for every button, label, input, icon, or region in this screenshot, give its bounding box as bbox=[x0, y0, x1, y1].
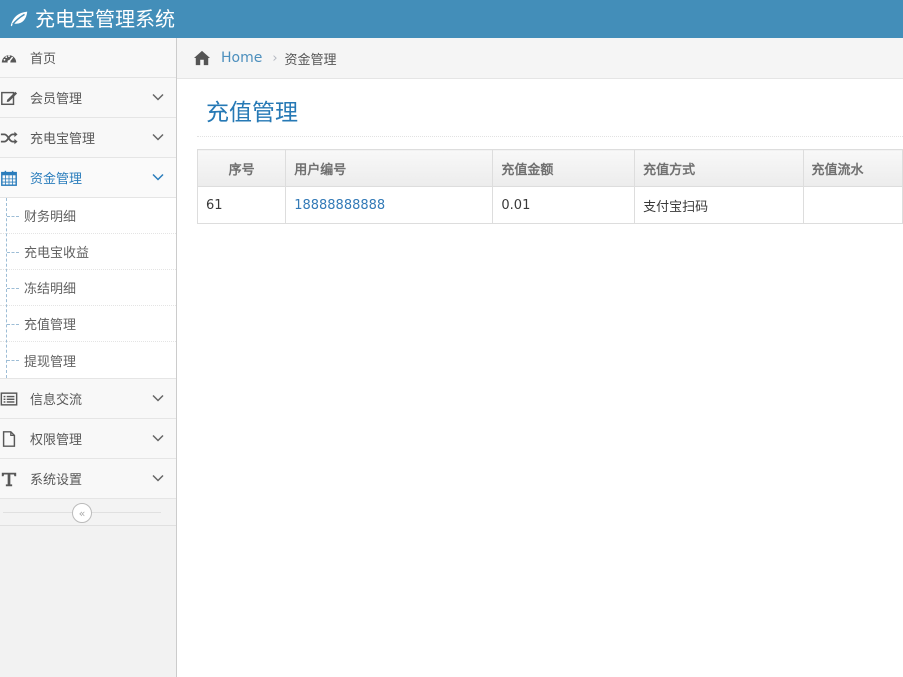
chevron-down-icon bbox=[152, 394, 164, 402]
submenu-item-label: 冻结明细 bbox=[24, 282, 77, 297]
list-alt-icon bbox=[0, 390, 24, 408]
chevron-down-icon bbox=[152, 173, 164, 181]
chevron-down-icon bbox=[152, 474, 164, 482]
submenu-item-frozen-detail[interactable]: 冻结明细 bbox=[0, 270, 176, 306]
sidebar-item-funds[interactable]: 资金管理 bbox=[0, 158, 176, 198]
leaf-icon bbox=[10, 11, 28, 27]
random-icon bbox=[0, 129, 24, 147]
funds-submenu: 财务明细 充电宝收益 冻结明细 充值管理 提现管理 bbox=[0, 198, 176, 379]
column-header-id[interactable]: 序号 bbox=[196, 149, 287, 187]
chevron-down-icon bbox=[152, 434, 164, 442]
double-angle-left-icon[interactable]: « bbox=[72, 503, 92, 523]
sidebar-item-label: 会员管理 bbox=[30, 92, 83, 107]
submenu-item-label: 财务明细 bbox=[24, 210, 77, 225]
table-header-row: 序号 用户编号 充值金额 充值方式 充值流水 bbox=[196, 149, 903, 187]
sidebar-item-label: 权限管理 bbox=[30, 433, 83, 448]
column-header-user-id[interactable]: 用户编号 bbox=[285, 149, 494, 187]
breadcrumb-current: 资金管理 bbox=[284, 52, 337, 68]
submenu-item-powerbank-income[interactable]: 充电宝收益 bbox=[0, 234, 176, 270]
cell-serial bbox=[802, 186, 903, 224]
submenu-item-label: 充值管理 bbox=[24, 318, 77, 333]
recharge-table: 序号 用户编号 充值金额 充值方式 充值流水 61 18888888888 0.… bbox=[196, 149, 903, 224]
column-header-amount[interactable]: 充值金额 bbox=[492, 149, 636, 187]
dashboard-icon bbox=[0, 49, 24, 67]
app-title: 充电宝管理系统 bbox=[35, 7, 175, 31]
cell-amount: 0.01 bbox=[492, 186, 636, 224]
page-title: 充值管理 bbox=[206, 100, 298, 126]
sidebar: 首页 会员管理 充电宝管理 资金管理 财务明细 充电宝收益 冻结明细 充值管理 … bbox=[0, 38, 177, 677]
sidebar-item-label: 资金管理 bbox=[30, 172, 83, 187]
sidebar-item-label: 系统设置 bbox=[30, 473, 83, 488]
chevron-down-icon bbox=[152, 133, 164, 141]
submenu-item-withdraw[interactable]: 提现管理 bbox=[0, 342, 176, 378]
table-row: 61 18888888888 0.01 支付宝扫码 bbox=[196, 186, 903, 224]
file-icon bbox=[0, 430, 24, 448]
cell-method: 支付宝扫码 bbox=[634, 186, 804, 224]
column-header-method[interactable]: 充值方式 bbox=[634, 149, 804, 187]
sidebar-item-label: 首页 bbox=[30, 52, 57, 67]
sidebar-collapse-bar: « bbox=[0, 499, 176, 526]
breadcrumb-separator: › bbox=[272, 50, 278, 66]
submenu-item-recharge[interactable]: 充值管理 bbox=[0, 306, 176, 342]
page-header: 充值管理 bbox=[197, 79, 903, 137]
sidebar-item-label: 信息交流 bbox=[30, 393, 83, 408]
breadcrumb: Home › 资金管理 bbox=[177, 38, 903, 79]
sidebar-item-powerbanks[interactable]: 充电宝管理 bbox=[0, 118, 176, 158]
sidebar-item-permissions[interactable]: 权限管理 bbox=[0, 419, 176, 459]
sidebar-item-settings[interactable]: 系统设置 bbox=[0, 459, 176, 499]
sidebar-item-members[interactable]: 会员管理 bbox=[0, 78, 176, 118]
user-id-link[interactable]: 18888888888 bbox=[294, 198, 385, 213]
chevron-down-icon bbox=[152, 93, 164, 101]
submenu-item-finance-detail[interactable]: 财务明细 bbox=[0, 198, 176, 234]
sidebar-item-label: 充电宝管理 bbox=[30, 132, 96, 147]
calendar-icon bbox=[0, 169, 24, 187]
top-navbar: 充电宝管理系统 bbox=[0, 0, 903, 38]
brand[interactable]: 充电宝管理系统 bbox=[0, 0, 175, 38]
submenu-item-label: 提现管理 bbox=[24, 354, 77, 370]
cell-id: 61 bbox=[196, 186, 287, 224]
sidebar-item-home[interactable]: 首页 bbox=[0, 38, 176, 78]
home-icon bbox=[194, 50, 210, 66]
submenu-item-label: 充电宝收益 bbox=[24, 246, 90, 261]
sidebar-item-messages[interactable]: 信息交流 bbox=[0, 379, 176, 419]
cell-user-id: 18888888888 bbox=[285, 186, 494, 224]
column-header-serial[interactable]: 充值流水 bbox=[802, 149, 903, 187]
text-icon bbox=[0, 470, 24, 488]
breadcrumb-home-link[interactable]: Home bbox=[221, 50, 262, 66]
edit-icon bbox=[0, 89, 24, 107]
